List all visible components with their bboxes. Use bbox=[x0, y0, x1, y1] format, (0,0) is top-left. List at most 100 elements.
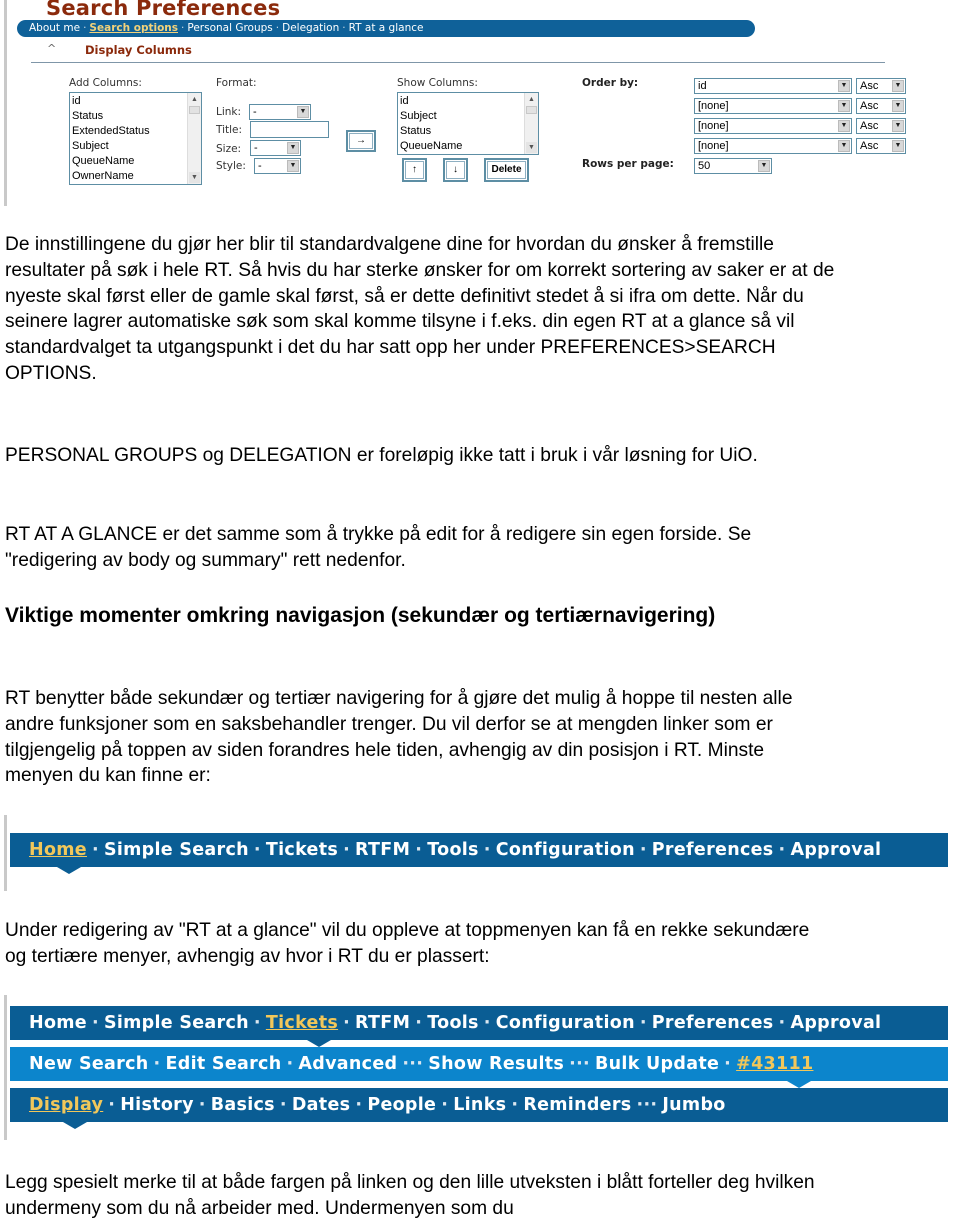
select-value: Asc bbox=[860, 100, 879, 112]
order-by-field-select-4[interactable]: [none] ▼ bbox=[694, 138, 852, 154]
list-option[interactable]: QueueName bbox=[72, 154, 199, 169]
add-columns-listbox[interactable]: id Status ExtendedStatus Subject QueueNa… bbox=[69, 92, 202, 185]
scroll-down-arrow-icon[interactable]: ▼ bbox=[526, 142, 537, 153]
menu-item-approval[interactable]: Approval bbox=[790, 1013, 881, 1033]
list-option[interactable]: ExtendedStatus bbox=[72, 124, 199, 139]
select-value: id bbox=[698, 80, 707, 92]
section-title: Display Columns bbox=[85, 43, 192, 57]
list-option[interactable]: Status bbox=[400, 124, 536, 139]
menu-item-bulk-update[interactable]: Bulk Update bbox=[595, 1054, 719, 1074]
menu-item-new-search[interactable]: New Search bbox=[29, 1054, 149, 1074]
menu-item-links[interactable]: Links bbox=[453, 1095, 506, 1115]
menu-separator: · bbox=[511, 1095, 519, 1115]
listbox-scrollbar[interactable]: ▲ ▼ bbox=[187, 93, 201, 184]
link-label: Link: bbox=[216, 106, 242, 118]
tab-rt-at-a-glance[interactable]: RT at a glance bbox=[349, 22, 424, 34]
scroll-thumb[interactable] bbox=[526, 106, 537, 114]
order-by-field-select-3[interactable]: [none] ▼ bbox=[694, 118, 852, 134]
menu-item-history[interactable]: History bbox=[120, 1095, 194, 1115]
order-by-field-select-1[interactable]: id ▼ bbox=[694, 78, 852, 94]
menu-item-tools[interactable]: Tools bbox=[427, 1013, 479, 1033]
menu-item-reminders[interactable]: Reminders bbox=[523, 1095, 631, 1115]
delete-button[interactable]: Delete bbox=[484, 158, 529, 182]
dropdown-arrow-icon[interactable]: ▼ bbox=[838, 100, 850, 112]
dropdown-arrow-icon[interactable]: ▼ bbox=[892, 100, 904, 112]
list-option[interactable]: id bbox=[72, 94, 199, 109]
dropdown-arrow-icon[interactable]: ▼ bbox=[287, 142, 299, 154]
menu-item-approval[interactable]: Approval bbox=[790, 840, 881, 860]
menu-item-ticket-43111[interactable]: #43111 bbox=[736, 1054, 813, 1074]
add-column-button[interactable]: → bbox=[346, 130, 376, 152]
order-by-direction-select-3[interactable]: Asc ▼ bbox=[856, 118, 906, 134]
link-select[interactable]: - ▼ bbox=[249, 104, 311, 120]
scroll-up-arrow-icon[interactable]: ▲ bbox=[526, 94, 537, 105]
menu-item-tickets[interactable]: Tickets bbox=[266, 840, 338, 860]
active-indicator-notch bbox=[57, 867, 81, 874]
dropdown-arrow-icon[interactable]: ▼ bbox=[892, 120, 904, 132]
menu-item-jumbo[interactable]: Jumbo bbox=[662, 1095, 725, 1115]
collapse-caret-icon[interactable]: ^ bbox=[47, 42, 56, 55]
menu-item-preferences[interactable]: Preferences bbox=[652, 1013, 774, 1033]
tab-about-me[interactable]: About me bbox=[29, 22, 80, 34]
menu-item-rtfm[interactable]: RTFM bbox=[355, 840, 410, 860]
menu-item-preferences[interactable]: Preferences bbox=[652, 840, 774, 860]
tab-search-options[interactable]: Search options bbox=[89, 22, 178, 34]
menu-item-display[interactable]: Display bbox=[29, 1095, 103, 1115]
list-option[interactable]: QueueName bbox=[400, 139, 536, 154]
menu-item-edit-search[interactable]: Edit Search bbox=[165, 1054, 281, 1074]
size-select[interactable]: - ▼ bbox=[250, 140, 301, 156]
list-option[interactable]: Status bbox=[72, 109, 199, 124]
dropdown-arrow-icon[interactable]: ▼ bbox=[287, 160, 299, 172]
order-by-direction-select-4[interactable]: Asc ▼ bbox=[856, 138, 906, 154]
scroll-down-arrow-icon[interactable]: ▼ bbox=[189, 172, 200, 183]
display-columns-section-header[interactable]: ^ Display Columns bbox=[31, 42, 885, 63]
rows-per-page-select[interactable]: 50 ▼ bbox=[694, 158, 772, 174]
left-border bbox=[4, 815, 7, 891]
dropdown-arrow-icon[interactable]: ▼ bbox=[892, 80, 904, 92]
listbox-scrollbar[interactable]: ▲ ▼ bbox=[524, 93, 538, 154]
menu-item-tickets[interactable]: Tickets bbox=[266, 1013, 338, 1033]
order-by-direction-select-1[interactable]: Asc ▼ bbox=[856, 78, 906, 94]
show-columns-listbox[interactable]: id Subject Status QueueName ▲ ▼ bbox=[397, 92, 539, 155]
order-by-field-select-2[interactable]: [none] ▼ bbox=[694, 98, 852, 114]
tab-personal-groups[interactable]: Personal Groups bbox=[187, 22, 272, 34]
list-option[interactable]: Subject bbox=[400, 109, 536, 124]
move-up-button[interactable]: ↑ bbox=[402, 158, 427, 182]
menu-item-advanced[interactable]: Advanced bbox=[298, 1054, 397, 1074]
menu-item-simple-search[interactable]: Simple Search bbox=[104, 1013, 249, 1033]
menu-item-people[interactable]: People bbox=[367, 1095, 436, 1115]
menu-item-dates[interactable]: Dates bbox=[292, 1095, 351, 1115]
menu-item-show-results[interactable]: Show Results bbox=[428, 1054, 564, 1074]
dropdown-arrow-icon[interactable]: ▼ bbox=[892, 140, 904, 152]
title-input[interactable] bbox=[250, 121, 329, 138]
tertiary-menu-bar: Display · History · Basics · Dates · People · Link… bbox=[10, 1088, 948, 1129]
menu-separator: · bbox=[343, 1013, 351, 1033]
scroll-thumb[interactable] bbox=[189, 106, 200, 114]
tab-separator: · bbox=[83, 22, 87, 34]
dropdown-arrow-icon[interactable]: ▼ bbox=[838, 80, 850, 92]
order-by-direction-select-2[interactable]: Asc ▼ bbox=[856, 98, 906, 114]
menu-item-configuration[interactable]: Configuration bbox=[496, 840, 635, 860]
menu-item-tools[interactable]: Tools bbox=[427, 840, 479, 860]
dropdown-arrow-icon[interactable]: ▼ bbox=[758, 160, 770, 172]
dropdown-arrow-icon[interactable]: ▼ bbox=[838, 120, 850, 132]
dropdown-arrow-icon[interactable]: ▼ bbox=[838, 140, 850, 152]
menu-item-home[interactable]: Home bbox=[29, 840, 87, 860]
menu-separator: · bbox=[639, 840, 647, 860]
scroll-up-arrow-icon[interactable]: ▲ bbox=[189, 94, 200, 105]
menu-item-configuration[interactable]: Configuration bbox=[496, 1013, 635, 1033]
dropdown-arrow-icon[interactable]: ▼ bbox=[297, 106, 309, 118]
list-option[interactable]: OwnerName bbox=[72, 169, 199, 184]
menu-item-basics[interactable]: Basics bbox=[211, 1095, 275, 1115]
menu-item-rtfm[interactable]: RTFM bbox=[355, 1013, 410, 1033]
menu-item-home[interactable]: Home bbox=[29, 1013, 87, 1033]
list-option[interactable]: Subject bbox=[72, 139, 199, 154]
tab-delegation[interactable]: Delegation bbox=[282, 22, 339, 34]
style-select[interactable]: - ▼ bbox=[254, 158, 301, 174]
move-down-button[interactable]: ↓ bbox=[443, 158, 468, 182]
style-label: Style: bbox=[216, 160, 246, 172]
list-option[interactable]: id bbox=[400, 94, 536, 109]
menu-item-simple-search[interactable]: Simple Search bbox=[104, 840, 249, 860]
tab-separator: · bbox=[181, 22, 185, 34]
primary-menu-bar: Home · Simple Search · Tickets · RTFM · Tools · Co… bbox=[10, 1006, 948, 1047]
